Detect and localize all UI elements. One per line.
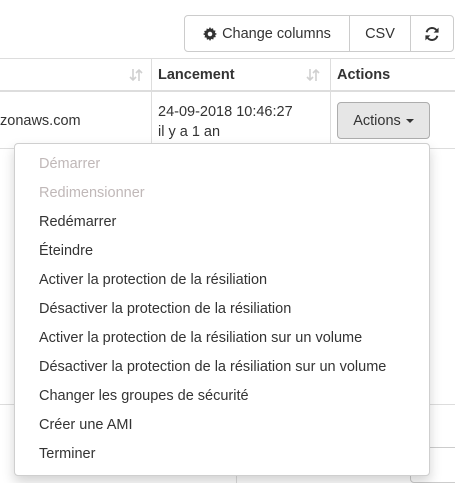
menu-item-stop[interactable]: Éteindre [15,237,429,266]
actions-dropdown-button[interactable]: Actions [337,102,430,139]
gear-icon [203,26,218,41]
refresh-icon [425,26,439,41]
table-toolbar: Change columns CSV [184,15,454,52]
menu-item-change-security-groups[interactable]: Changer les groupes de sécurité [15,382,429,411]
header-actions: Actions [337,67,391,83]
header-launch[interactable]: Lancement [158,59,235,91]
menu-item-enable-volume-termination-protection[interactable]: Activer la protection de la résiliation … [15,324,429,353]
table-row: zonaws.com 24-09-2018 10:46:27 il y a 1 … [0,92,455,149]
menu-item-terminate[interactable]: Terminer [15,440,429,469]
host-cell: zonaws.com [0,113,81,129]
sort-icon[interactable] [129,68,143,82]
change-columns-button[interactable]: Change columns [185,16,349,51]
caret-down-icon [405,118,414,123]
menu-item-resize: Redimensionner [39,185,145,201]
menu-item-reboot[interactable]: Redémarrer [15,208,429,237]
menu-item-create-ami[interactable]: Créer une AMI [15,411,429,440]
column-divider [151,59,152,90]
csv-label: CSV [365,25,395,42]
column-divider [330,92,331,148]
launch-cell: 24-09-2018 10:46:27 il y a 1 an [158,102,293,142]
menu-item-disable-termination-protection[interactable]: Désactiver la protection de la résiliati… [15,295,429,324]
csv-button[interactable]: CSV [349,16,410,51]
menu-item-enable-termination-protection[interactable]: Activer la protection de la résiliation [15,266,429,295]
launch-relative: il y a 1 an [158,124,221,140]
change-columns-label: Change columns [222,25,331,42]
column-divider [151,92,152,148]
table-header-row: Lancement Actions [0,58,455,92]
launch-date: 24-09-2018 10:46:27 [158,104,293,120]
menu-item-disable-volume-termination-protection[interactable]: Désactiver la protection de la résiliati… [15,353,429,382]
refresh-button[interactable] [410,16,453,51]
column-divider [330,59,331,90]
menu-item-start: Démarrer [39,156,101,172]
actions-dropdown-menu: Démarrer Redimensionner Redémarrer Étein… [14,143,430,476]
actions-label: Actions [353,112,401,129]
sort-icon[interactable] [306,68,320,82]
